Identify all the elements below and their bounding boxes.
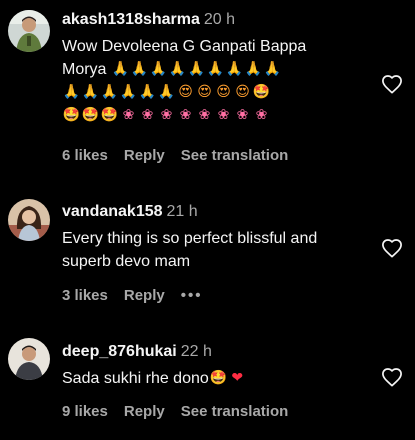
pray-emoji-icon: 🙏 xyxy=(130,61,149,77)
hearts-emoji-icon: 😍 xyxy=(216,84,231,100)
flower-emoji-icon: ❀ xyxy=(179,107,192,123)
timestamp[interactable]: 22 h xyxy=(181,343,212,360)
flower-emoji-icon: ❀ xyxy=(198,107,211,123)
comment-text-line: superb devo mam xyxy=(62,253,191,270)
reply-button[interactable]: Reply xyxy=(124,146,165,166)
avatar[interactable] xyxy=(8,338,50,380)
starface-emoji-icon: 🤩 xyxy=(100,107,119,123)
timestamp[interactable]: 20 h xyxy=(204,11,235,28)
like-button[interactable] xyxy=(381,74,403,94)
heart-outline-icon xyxy=(382,75,402,94)
avatar[interactable] xyxy=(8,199,50,241)
flower-emoji-icon: ❀ xyxy=(122,107,135,123)
likes-count[interactable]: 3 likes xyxy=(62,286,108,306)
comment-text-segment: Morya xyxy=(62,61,107,78)
username[interactable]: akash1318sharma xyxy=(62,11,200,28)
comment: vandanak158 21 h Every thing is so perfec… xyxy=(0,190,415,310)
reply-button[interactable]: Reply xyxy=(124,286,165,306)
timestamp[interactable]: 21 h xyxy=(167,203,198,220)
flower-emoji-icon: ❀ xyxy=(141,107,154,123)
comment: deep_876hukai 22 h Sada sukhi rhe dono🤩 ❤ … xyxy=(0,330,415,440)
heart-outline-icon xyxy=(382,368,402,387)
comment-text: Sada sukhi rhe dono🤩 ❤ xyxy=(62,367,372,390)
likes-count[interactable]: 6 likes xyxy=(62,146,108,166)
comment: akash1318sharma 20 h Wow Devoleena G Ganp… xyxy=(0,0,415,175)
pray-emoji-icon: 🙏 xyxy=(138,84,157,100)
pray-emoji-icon: 🙏 xyxy=(119,84,138,100)
pray-emoji-icon: 🙏 xyxy=(187,61,206,77)
reply-button[interactable]: Reply xyxy=(124,402,165,422)
see-translation-button[interactable]: See translation xyxy=(181,402,289,422)
comment-text-line: Wow Devoleena G Ganpati Bappa xyxy=(62,38,307,55)
user-avatar-photo-icon xyxy=(8,10,50,52)
username[interactable]: deep_876hukai xyxy=(62,343,177,360)
comment-text: Wow Devoleena G Ganpati Bappa Morya 🙏 🙏 🙏 🙏… xyxy=(62,35,372,127)
pray-emoji-icon: 🙏 xyxy=(244,61,263,77)
comment-text: Every thing is so perfect blissful and s… xyxy=(62,227,372,273)
comment-text-line: Morya 🙏 🙏 🙏 🙏 🙏 🙏 🙏 🙏 🙏 xyxy=(62,58,372,81)
comment-actions: 3 likes Reply ••• xyxy=(62,286,203,306)
pray-emoji-icon: 🙏 xyxy=(149,61,168,77)
starface-emoji-icon: 🤩 xyxy=(81,107,100,123)
like-button[interactable] xyxy=(381,238,403,258)
hearts-emoji-icon: 😍 xyxy=(235,84,250,100)
like-button[interactable] xyxy=(381,367,403,387)
starface-emoji-icon: 🤩 xyxy=(209,370,227,386)
heart-outline-icon xyxy=(382,239,402,258)
hearts-emoji-icon: 😍 xyxy=(197,84,212,100)
pray-emoji-icon: 🙏 xyxy=(100,84,119,100)
hearts-emoji-icon: 😍 xyxy=(178,84,193,100)
see-translation-button[interactable]: See translation xyxy=(181,146,289,166)
username[interactable]: vandanak158 xyxy=(62,203,163,220)
comment-text-line: Every thing is so perfect blissful and xyxy=(62,230,318,247)
flower-emoji-icon: ❀ xyxy=(236,107,249,123)
pray-emoji-icon: 🙏 xyxy=(263,61,282,77)
pray-emoji-icon: 🙏 xyxy=(157,84,176,100)
starface-emoji-icon: 🤩 xyxy=(62,107,81,123)
user-avatar-photo-icon xyxy=(8,338,50,380)
pray-emoji-icon: 🙏 xyxy=(81,84,100,100)
flower-emoji-icon: ❀ xyxy=(217,107,230,123)
flower-emoji-icon: ❀ xyxy=(160,107,173,123)
avatar[interactable] xyxy=(8,10,50,52)
likes-count[interactable]: 9 likes xyxy=(62,402,108,422)
pray-emoji-icon: 🙏 xyxy=(168,61,187,77)
comment-text-segment: Sada sukhi rhe dono xyxy=(62,370,209,387)
starface-emoji-icon: 🤩 xyxy=(252,84,271,100)
more-options-button[interactable]: ••• xyxy=(181,286,203,306)
pray-emoji-icon: 🙏 xyxy=(62,84,81,100)
user-avatar-photo-icon xyxy=(8,199,50,241)
flower-emoji-icon: ❀ xyxy=(255,107,268,123)
comment-actions: 6 likes Reply See translation xyxy=(62,146,304,166)
comment-actions: 9 likes Reply See translation xyxy=(62,402,304,422)
pray-emoji-icon: 🙏 xyxy=(225,61,244,77)
comment-text-line: Sada sukhi rhe dono🤩 ❤ xyxy=(62,367,372,390)
pray-emoji-icon: 🙏 xyxy=(206,61,225,77)
pray-emoji-icon: 🙏 xyxy=(111,61,130,77)
heart-emoji-icon: ❤ xyxy=(231,370,244,386)
emoji-line: 🤩 🤩 🤩 ❀ ❀ ❀ ❀ ❀ ❀ ❀ ❀ xyxy=(62,104,372,127)
emoji-line: 🙏 🙏 🙏 🙏 🙏 🙏 😍 😍 😍 😍 🤩 xyxy=(62,81,372,104)
